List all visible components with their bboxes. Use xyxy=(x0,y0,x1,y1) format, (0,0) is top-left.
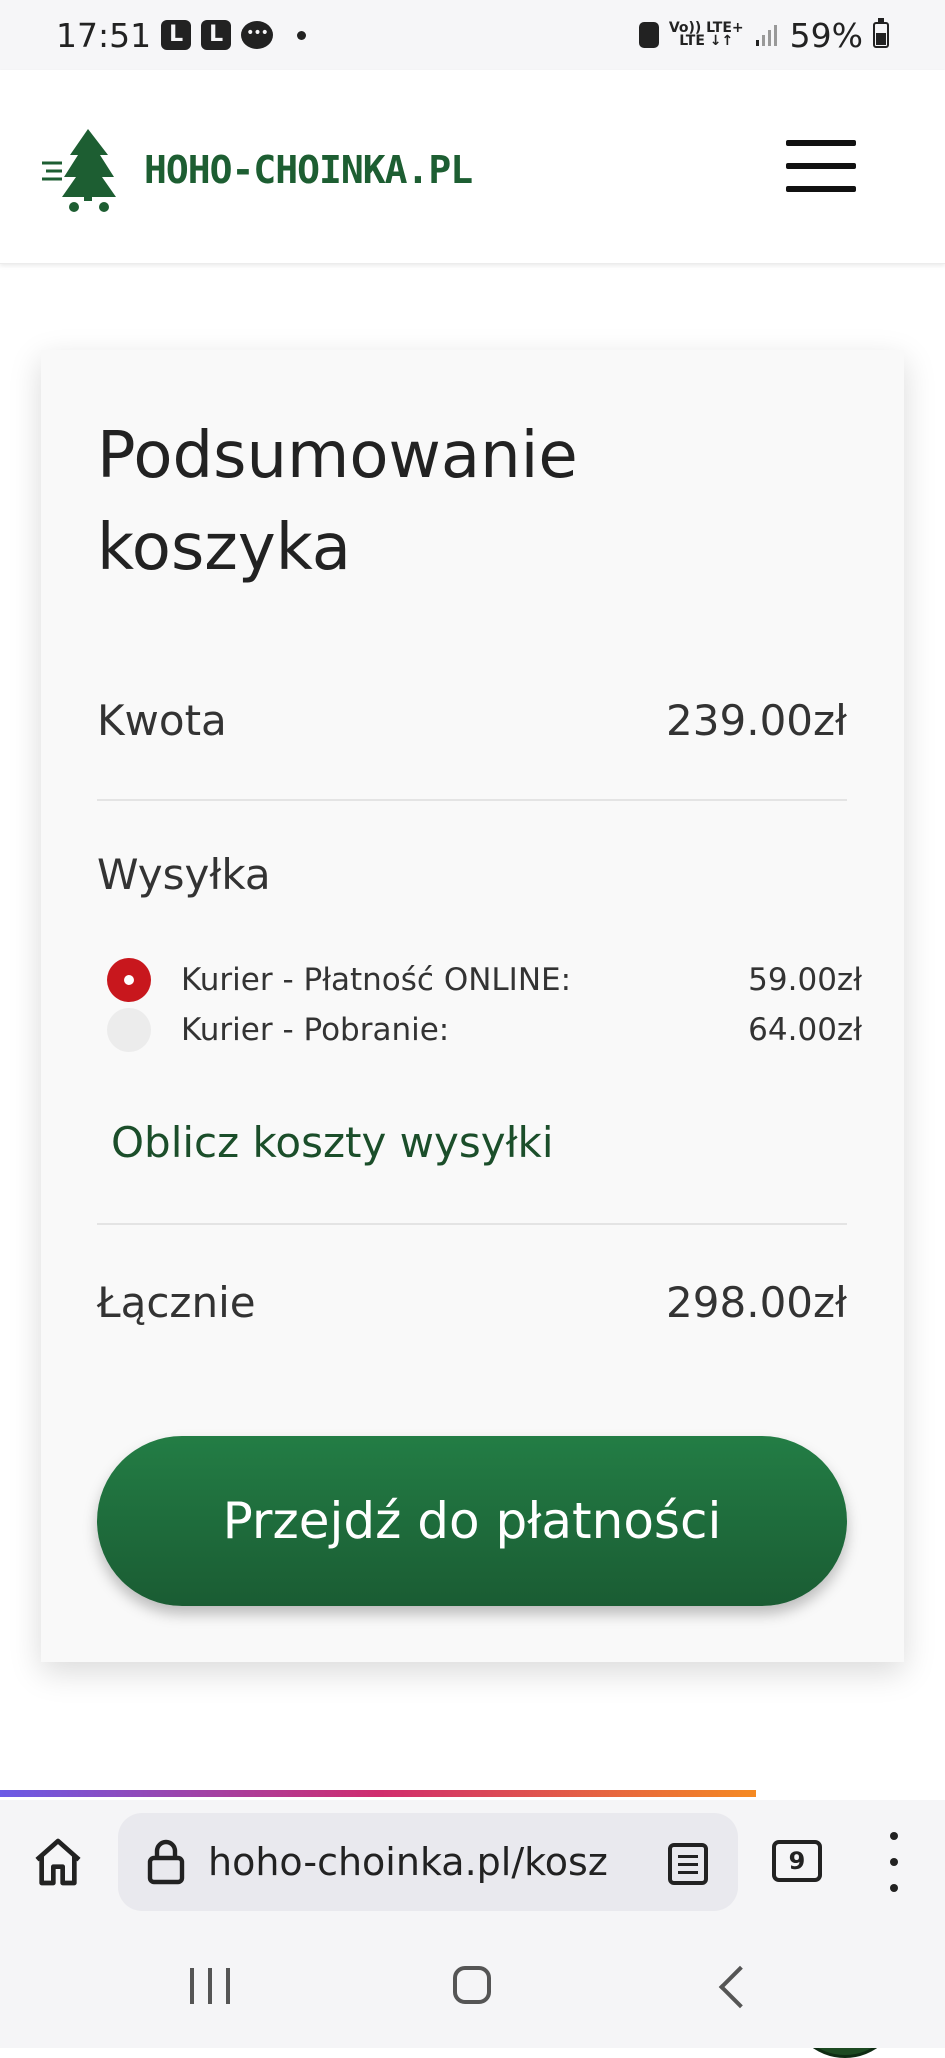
card-title: Podsumowanie koszyka xyxy=(97,419,578,585)
recent-apps-icon[interactable] xyxy=(190,1968,230,2004)
amount-row: Kwota 239.00zł xyxy=(97,696,847,745)
clock: 17:51 xyxy=(56,15,152,55)
battery-percent: 59% xyxy=(789,15,863,55)
cart-summary-card: Podsumowanie koszyka Kwota 239.00zł Wysy… xyxy=(41,350,904,2058)
more-options-icon[interactable] xyxy=(888,1832,900,1892)
address-bar[interactable]: hoho-choinka.pl/koszyk xyxy=(118,1813,738,1911)
menu-hamburger-icon[interactable] xyxy=(786,140,856,192)
network-type-bottom: LTE ↓↑ xyxy=(679,33,734,49)
home-nav-icon[interactable] xyxy=(453,1966,491,2004)
site-header: HOHO-CHOINKA.PL xyxy=(0,70,945,264)
total-row: Łącznie 298.00zł xyxy=(97,1278,847,1327)
radio-selected[interactable] xyxy=(107,958,151,1002)
nfc-icon xyxy=(638,22,659,48)
lock-icon xyxy=(147,1839,185,1885)
radio-unselected[interactable] xyxy=(107,1008,151,1052)
total-label: Łącznie xyxy=(97,1278,256,1327)
battery-icon xyxy=(873,18,889,48)
shipping-option-price: 64.00zł xyxy=(748,1012,862,1048)
divider xyxy=(97,1223,847,1225)
home-icon[interactable] xyxy=(30,1834,86,1890)
shipping-option-cod[interactable]: Kurier - Pobranie: 64.00zł xyxy=(107,1008,862,1052)
chat-notification-icon xyxy=(241,21,274,49)
page-load-progress xyxy=(0,1790,945,1797)
shipping-option-label: Kurier - Pobranie: xyxy=(181,1012,450,1048)
url-text: hoho-choinka.pl/koszyk xyxy=(208,1840,608,1884)
app-notification-icon: L xyxy=(161,20,192,50)
status-bar: 17:51 L L Vo)) LTE+ LTE ↓↑ 59% xyxy=(0,0,945,70)
page-load-progress-fill xyxy=(0,1790,756,1797)
system-nav-bar xyxy=(0,1924,945,2048)
more-notifications-icon xyxy=(297,30,307,40)
calculate-shipping-link[interactable]: Oblicz koszty wysyłki xyxy=(111,1118,554,1167)
back-icon[interactable] xyxy=(718,1965,762,2009)
tree-cart-logo-icon xyxy=(42,129,116,212)
shipping-option-online[interactable]: Kurier - Płatność ONLINE: 59.00zł xyxy=(107,958,862,1002)
tabs-button[interactable]: 9 xyxy=(772,1840,822,1882)
shipping-label: Wysyłka xyxy=(97,850,271,899)
shipping-option-price: 59.00zł xyxy=(748,962,862,998)
logo-text: HOHO-CHOINKA.PL xyxy=(144,148,473,192)
divider xyxy=(97,799,847,801)
amount-value: 239.00zł xyxy=(666,696,847,745)
amount-label: Kwota xyxy=(97,696,227,745)
browser-toolbar: hoho-choinka.pl/koszyk 9 xyxy=(0,1800,945,1924)
checkout-button[interactable]: Przejdź do płatności xyxy=(97,1436,847,1606)
signal-icon xyxy=(754,22,780,48)
reader-mode-icon[interactable] xyxy=(668,1843,708,1885)
network-type: Vo)) LTE+ LTE ↓↑ xyxy=(669,21,744,49)
site-logo[interactable]: HOHO-CHOINKA.PL xyxy=(40,125,473,215)
app-notification-icon: L xyxy=(201,20,232,50)
total-value: 298.00zł xyxy=(666,1278,847,1327)
shipping-option-label: Kurier - Płatność ONLINE: xyxy=(181,962,572,998)
